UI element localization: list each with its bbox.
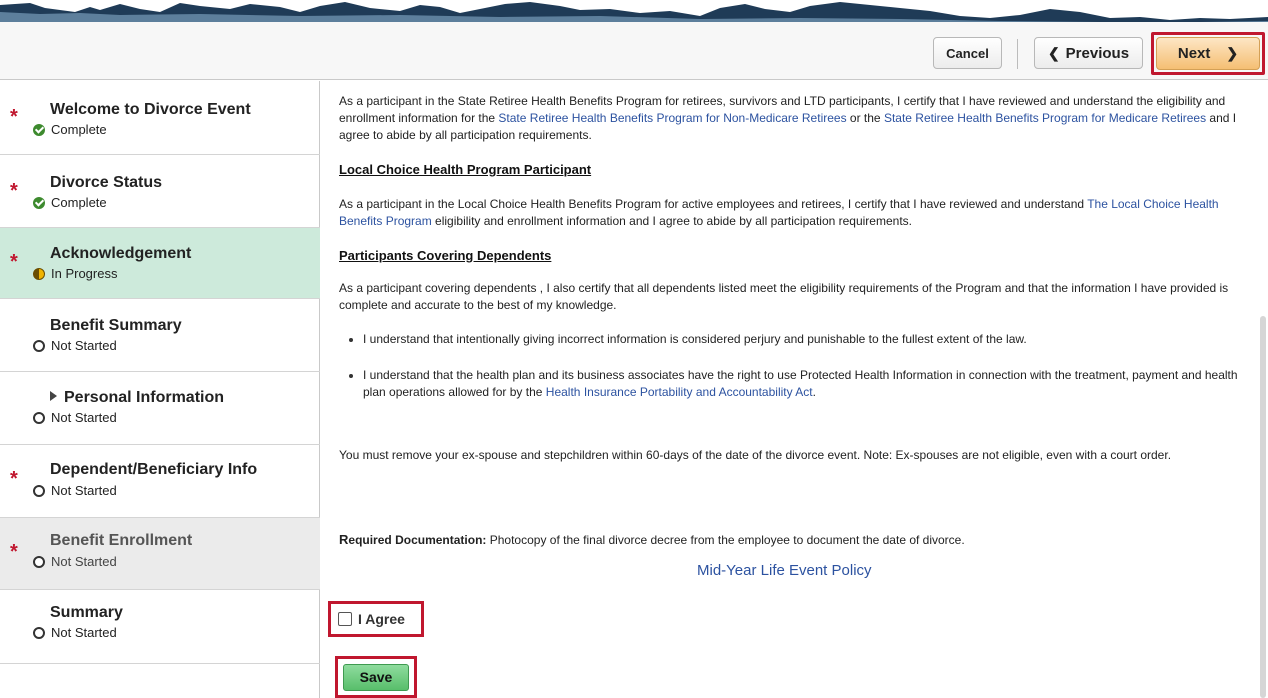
hipaa-bullet: I understand that the health plan and it… (349, 367, 1243, 401)
required-documentation: Required Documentation: Photocopy of the… (339, 531, 1249, 549)
step-summary[interactable]: Summary Not Started (0, 590, 320, 664)
empty-circle-icon (33, 626, 45, 639)
remove-ex-spouse-text: You must remove your ex-spouse and stepc… (339, 448, 1172, 462)
local-choice-text-part: As a participant in the Local Choice Hea… (339, 197, 1088, 211)
action-toolbar: Cancel ❮ Previous Next ❯ (0, 22, 1268, 80)
step-divorce-status[interactable]: * Divorce Status Complete (0, 155, 320, 228)
save-button-highlight: Save (335, 656, 417, 698)
acknowledgement-content: As a participant in the State Retiree He… (321, 81, 1268, 698)
local-choice-text-part: eligibility and enrollment information a… (431, 214, 912, 228)
empty-circle-icon (33, 339, 45, 352)
check-circle-icon (33, 123, 45, 136)
step-status-label: Complete (51, 195, 107, 210)
required-marker: * (10, 106, 18, 128)
agree-checkbox[interactable] (338, 612, 352, 626)
step-status: Not Started (33, 625, 117, 640)
step-title: Acknowledgement (50, 245, 192, 262)
step-title: Benefit Summary (50, 317, 182, 334)
next-button[interactable]: Next ❯ (1156, 37, 1260, 70)
step-personal-information[interactable]: Personal Information Not Started (0, 372, 320, 445)
dependents-text: As a participant covering dependents , I… (339, 281, 1229, 312)
non-medicare-retirees-link[interactable]: State Retiree Health Benefits Program fo… (498, 111, 846, 125)
step-title: Welcome to Divorce Event (50, 101, 251, 118)
required-marker: * (10, 251, 18, 273)
agree-checkbox-highlight: I Agree (328, 601, 424, 637)
medicare-retirees-link[interactable]: State Retiree Health Benefits Program fo… (884, 111, 1206, 125)
toolbar-divider (1017, 39, 1018, 69)
required-marker: * (10, 541, 18, 563)
step-status-label: Complete (51, 122, 107, 137)
intro-text: or the (846, 111, 884, 125)
previous-label: Previous (1065, 44, 1130, 62)
step-welcome[interactable]: * Welcome to Divorce Event Complete (0, 81, 320, 155)
required-doc-initial: R (339, 532, 349, 547)
step-status: Not Started (33, 338, 117, 353)
step-title: Divorce Status (50, 174, 163, 191)
required-marker: * (10, 468, 18, 490)
save-label: Save (359, 669, 393, 685)
step-benefit-enrollment: * Benefit Enrollment Not Started (0, 518, 320, 590)
step-status: Complete (33, 122, 107, 137)
required-doc-text: Photocopy of the final divorce decree fr… (486, 533, 965, 547)
mid-year-policy-link[interactable]: Mid-Year Life Event Policy (697, 562, 872, 579)
step-acknowledgement[interactable]: * Acknowledgement In Progress (0, 228, 320, 299)
step-status: Not Started (33, 483, 117, 498)
dependents-heading: Participants Covering Dependents (339, 248, 552, 263)
vertical-scrollbar[interactable] (1260, 316, 1266, 698)
required-doc-label: equired Documentation: (348, 533, 487, 547)
step-title: Benefit Enrollment (50, 532, 193, 549)
step-title: Summary (50, 604, 123, 621)
step-status-label: Not Started (51, 410, 117, 425)
step-status: Not Started (33, 410, 117, 425)
local-choice-text: As a participant in the Local Choice Hea… (339, 196, 1249, 230)
check-circle-icon (33, 196, 45, 209)
perjury-bullet: I understand that intentionally giving i… (349, 331, 1243, 348)
local-choice-heading: Local Choice Health Program Participant (339, 162, 592, 177)
step-status-label: Not Started (51, 338, 117, 353)
previous-button[interactable]: ❮ Previous (1034, 37, 1143, 69)
chevron-left-icon: ❮ (1047, 44, 1060, 61)
next-label: Next (1177, 45, 1211, 62)
step-dependent-beneficiary[interactable]: * Dependent/Beneficiary Info Not Started (0, 445, 320, 518)
cancel-button[interactable]: Cancel (933, 37, 1002, 69)
triangle-right-icon[interactable] (50, 391, 57, 401)
required-marker: * (10, 180, 18, 202)
half-circle-icon (33, 267, 45, 280)
step-status-label: Not Started (51, 625, 117, 640)
step-status-label: Not Started (51, 483, 117, 498)
step-title-wrapper: Personal Information (50, 389, 224, 407)
step-status-label: In Progress (51, 266, 118, 281)
step-title: Personal Information (64, 389, 225, 406)
cancel-label: Cancel (946, 45, 989, 61)
step-status-label: Not Started (51, 554, 117, 569)
save-button[interactable]: Save (343, 664, 409, 691)
step-status: Complete (33, 195, 107, 210)
step-title: Dependent/Beneficiary Info (50, 461, 258, 478)
hipaa-bullet-end: . (812, 385, 816, 399)
retiree-certification-text: As a participant in the State Retiree He… (339, 93, 1249, 144)
step-status: In Progress (33, 266, 117, 281)
empty-circle-icon (33, 411, 45, 424)
empty-circle-icon (33, 484, 45, 497)
step-benefit-summary[interactable]: Benefit Summary Not Started (0, 299, 320, 372)
hipaa-link[interactable]: Health Insurance Portability and Account… (546, 385, 813, 399)
step-navigation: * Welcome to Divorce Event Complete * Di… (0, 81, 320, 698)
step-status: Not Started (33, 554, 117, 569)
empty-circle-icon (33, 555, 45, 568)
agree-label[interactable]: I Agree (358, 611, 405, 628)
chevron-right-icon: ❯ (1226, 45, 1239, 61)
